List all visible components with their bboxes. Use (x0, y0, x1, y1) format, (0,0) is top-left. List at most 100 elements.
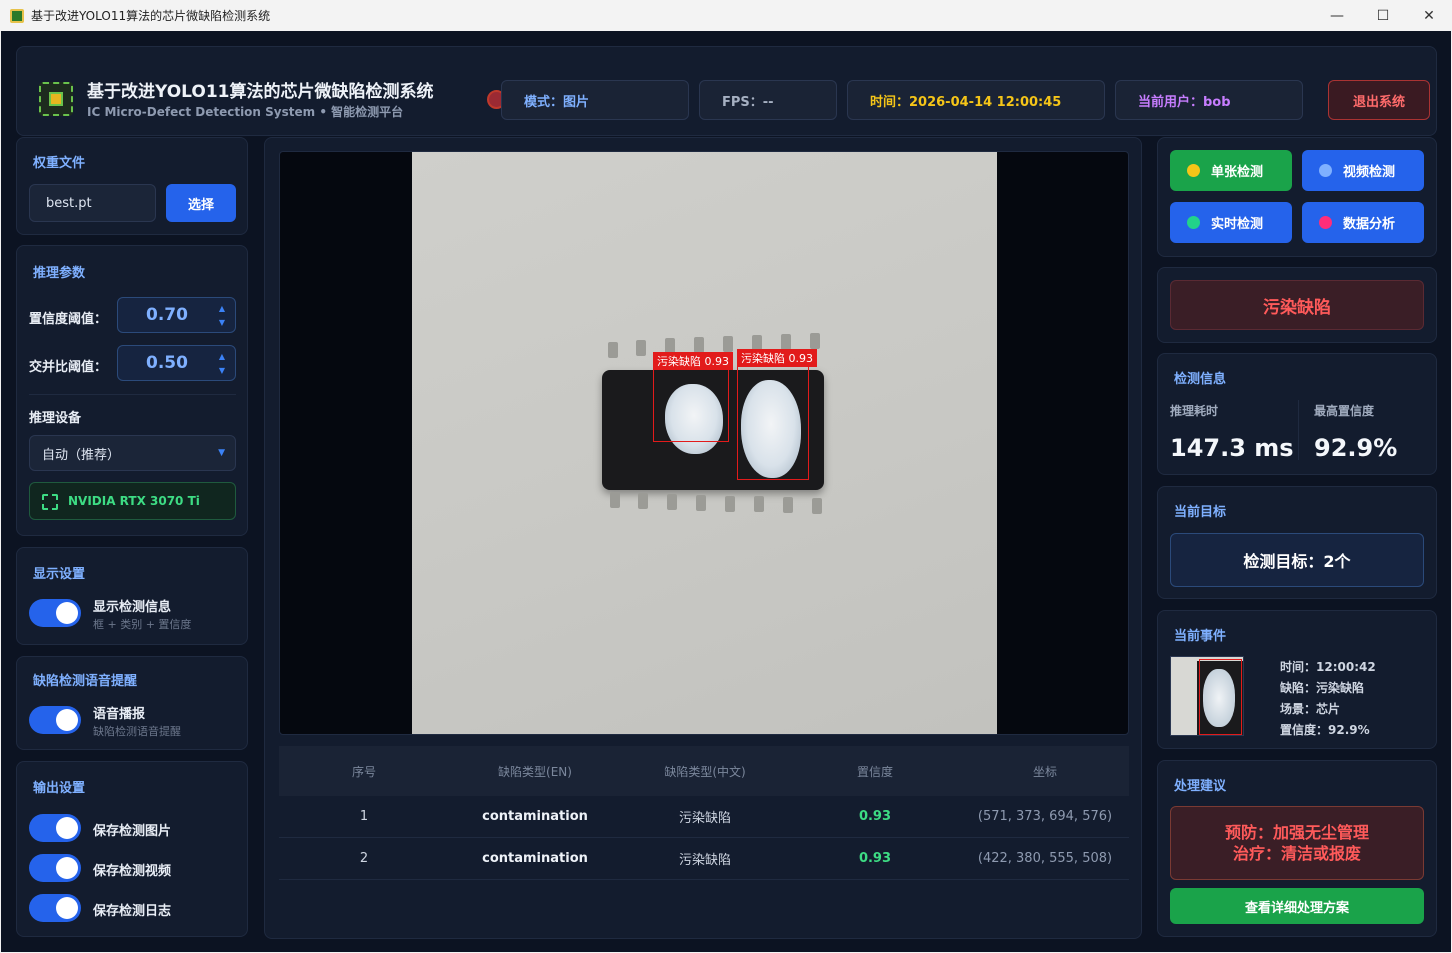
current-event-panel: 当前事件 时间：12:00:42 缺陷：污染缺陷 场景：芯片 置信度：92.9% (1157, 610, 1437, 749)
save-video-toggle[interactable] (29, 854, 81, 882)
inference-panel: 推理参数 置信度阈值： 0.70 ▲ ▼ 交并比阈值： 0.50 ▲ ▼ 推理设… (16, 245, 248, 536)
realtime-detect-button[interactable]: 实时检测 (1170, 202, 1292, 243)
data-analysis-button[interactable]: 数据分析 (1302, 202, 1424, 243)
device-select[interactable]: 自动（推荐） ▼ (29, 435, 236, 471)
view-plan-button[interactable]: 查看详细处理方案 (1170, 888, 1424, 924)
voice-toggle[interactable] (29, 706, 81, 734)
voice-label: 语音播报 (93, 707, 146, 722)
chevron-down-icon: ▼ (218, 448, 225, 458)
center-panel: 污染缺陷 0.93 污染缺陷 0.93 序号 缺陷类型(EN) 缺陷类型(中文)… (264, 137, 1142, 939)
bounding-box (653, 368, 729, 442)
data-analysis-label: 数据分析 (1343, 217, 1396, 232)
iou-spinbox[interactable]: 0.50 ▲ ▼ (117, 345, 236, 381)
bbox-label: 污染缺陷 0.93 (653, 352, 733, 370)
minimize-button[interactable]: — (1314, 0, 1360, 31)
header-bar: 基于改进YOLO11算法的芯片微缺陷检测系统 IC Micro-Defect D… (16, 46, 1437, 136)
conf-spinbox[interactable]: 0.70 ▲ ▼ (117, 297, 236, 333)
device-title: 推理设备 (29, 411, 82, 426)
spin-down-icon[interactable]: ▼ (219, 365, 225, 377)
advice-title: 处理建议 (1174, 779, 1227, 794)
show-info-label: 显示检测信息 (93, 600, 172, 615)
save-log-label: 保存检测日志 (93, 904, 172, 919)
col-header: 缺陷类型(中文) (664, 764, 746, 779)
bounding-box (737, 364, 809, 480)
current-target-title: 当前目标 (1174, 505, 1227, 520)
chip-pin (754, 496, 764, 512)
output-panel: 输出设置 保存检测图片 保存检测视频 保存检测日志 (16, 761, 248, 937)
close-button[interactable]: ✕ (1406, 0, 1452, 31)
mode-panel: 单张检测 视频检测 实时检测 数据分析 (1157, 137, 1437, 257)
table-row[interactable]: 2 contamination 污染缺陷 0.93 (422, 380, 555… (279, 838, 1129, 880)
bbox-label: 污染缺陷 0.93 (737, 349, 817, 367)
single-detect-button[interactable]: 单张检测 (1170, 150, 1292, 191)
fps-display: FPS：-- (699, 80, 837, 120)
save-log-toggle[interactable] (29, 894, 81, 922)
app-root: 基于改进YOLO11算法的芯片微缺陷检测系统 IC Micro-Defect D… (1, 31, 1451, 952)
weights-title: 权重文件 (33, 156, 86, 171)
table-header: 序号 缺陷类型(EN) 缺陷类型(中文) 置信度 坐标 (279, 746, 1129, 796)
app-subtitle: IC Micro-Defect Detection System • 智能检测平… (87, 105, 404, 119)
advice-prevent: 预防：加强无尘管理 (1224, 823, 1369, 842)
col-header: 置信度 (856, 764, 893, 779)
chip-pin (667, 494, 677, 510)
gpu-badge: NVIDIA RTX 3070 Ti (29, 482, 236, 520)
yellow-dot-icon (1187, 164, 1200, 177)
event-thumbnail[interactable] (1170, 656, 1244, 736)
single-detect-label: 单张检测 (1211, 165, 1264, 180)
divider (29, 394, 236, 395)
defect-banner: 污染缺陷 (1170, 280, 1424, 330)
chip-pin (781, 334, 791, 350)
chip-pin (608, 342, 618, 358)
voice-sub: 缺陷检测语音提醒 (93, 725, 181, 738)
save-image-label: 保存检测图片 (93, 824, 172, 839)
voice-title: 缺陷检测语音提醒 (33, 674, 138, 689)
chip-logo-icon (39, 82, 73, 116)
user-display: 当前用户：bob (1115, 80, 1303, 120)
event-conf: 置信度：92.9% (1280, 723, 1370, 737)
col-header: 缺陷类型(EN) (498, 764, 572, 779)
inference-title: 推理参数 (33, 266, 86, 281)
max-conf-label: 最高置信度 (1314, 404, 1375, 418)
col-header: 坐标 (1032, 764, 1057, 779)
cell-index: 2 (359, 851, 369, 866)
green-dot-icon (1187, 216, 1200, 229)
display-panel: 显示设置 显示检测信息 框 + 类别 + 置信度 (16, 547, 248, 645)
device-select-value: 自动（推荐） (42, 447, 121, 463)
gpu-chip-icon (42, 494, 58, 510)
divider (1298, 400, 1299, 460)
exit-button[interactable]: 退出系统 (1328, 80, 1430, 120)
select-weights-button[interactable]: 选择 (166, 184, 236, 222)
cell-type-en: contamination (482, 851, 588, 866)
output-title: 输出设置 (33, 781, 86, 796)
spin-up-icon[interactable]: ▲ (219, 303, 225, 315)
chip-pin (636, 340, 646, 356)
table-row[interactable]: 1 contamination 污染缺陷 0.93 (571, 373, 694… (279, 796, 1129, 838)
chip-pin (610, 492, 620, 508)
save-image-toggle[interactable] (29, 814, 81, 842)
chip-pin (783, 497, 793, 513)
image-viewer[interactable]: 污染缺陷 0.93 污染缺陷 0.93 (279, 151, 1129, 735)
chip-pin (723, 336, 733, 352)
detect-info-title: 检测信息 (1174, 372, 1227, 387)
current-event-title: 当前事件 (1174, 629, 1227, 644)
chip-pin (812, 498, 822, 514)
defect-banner-panel: 污染缺陷 (1157, 267, 1437, 343)
iou-value: 0.50 (146, 353, 188, 373)
iou-label: 交并比阈值： (29, 360, 108, 375)
cell-confidence: 0.93 (858, 851, 892, 866)
spin-down-icon[interactable]: ▼ (219, 317, 225, 329)
weights-file-input[interactable]: best.pt (29, 184, 156, 222)
conf-value: 0.70 (146, 305, 188, 325)
advice-treat: 治疗：清洁或报废 (1232, 844, 1361, 863)
spin-up-icon[interactable]: ▲ (219, 351, 225, 363)
cell-type-en: contamination (482, 809, 588, 824)
app-icon (10, 8, 24, 23)
results-table: 序号 缺陷类型(EN) 缺陷类型(中文) 置信度 坐标 1 contaminat… (279, 746, 1129, 880)
gpu-name: NVIDIA RTX 3070 Ti (68, 494, 200, 508)
window-titlebar: 基于改进YOLO11算法的芯片微缺陷检测系统 — ☐ ✕ (0, 0, 1452, 31)
show-info-toggle[interactable] (29, 599, 81, 627)
video-detect-button[interactable]: 视频检测 (1302, 150, 1424, 191)
window-title: 基于改进YOLO11算法的芯片微缺陷检测系统 (31, 9, 271, 23)
maximize-button[interactable]: ☐ (1360, 0, 1406, 31)
detection-image: 污染缺陷 0.93 污染缺陷 0.93 (412, 152, 997, 734)
